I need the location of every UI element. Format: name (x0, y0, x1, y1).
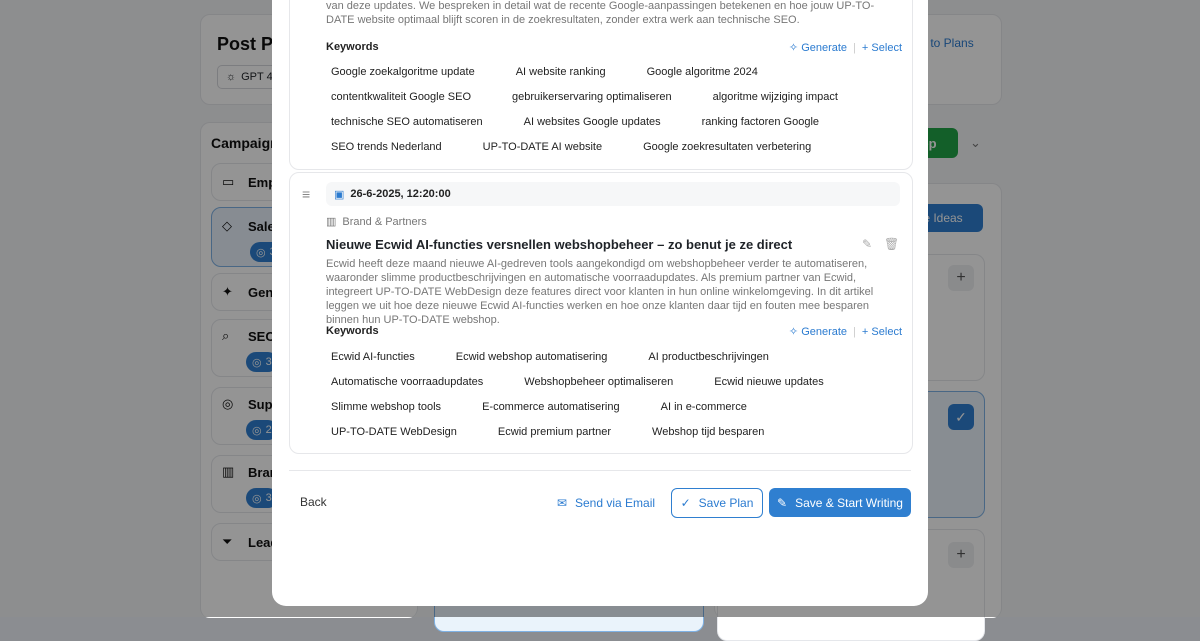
divider: | (853, 41, 856, 54)
post-plan-modal: van deze updates. We bespreken in detail… (272, 0, 928, 606)
calendar-icon: ▣ (334, 188, 345, 201)
keyword-chip[interactable]: Google algoritme 2024 (647, 60, 758, 85)
save-plan-button[interactable]: ✓ Save Plan (671, 488, 763, 518)
select-keywords-button[interactable]: + Select (862, 42, 902, 54)
keyword-chip[interactable]: Google zoekresultaten verbetering (643, 135, 811, 160)
keyword-chip[interactable]: Ecwid nieuwe updates (714, 370, 823, 395)
post-card: van deze updates. We bespreken in detail… (289, 0, 913, 170)
post-description: van deze updates. We bespreken in detail… (326, 0, 875, 26)
keyword-chip[interactable]: UP-TO-DATE WebDesign (331, 420, 457, 445)
edit-icon: ✎ (777, 495, 788, 510)
post-card: ≡ ▣ 26-6-2025, 12:20:00 ▥ Brand & Partne… (289, 172, 913, 454)
keyword-actions: ✧ Generate | + Select (789, 325, 902, 339)
back-button[interactable]: Back (300, 495, 327, 509)
divider: | (853, 325, 856, 338)
keyword-chip[interactable]: Ecwid AI-functies (331, 345, 415, 370)
keyword-chip[interactable]: gebruikerservaring optimaliseren (512, 85, 672, 110)
keyword-chip[interactable]: AI websites Google updates (524, 110, 661, 135)
keyword-chip[interactable]: algoritme wijziging impact (713, 85, 838, 110)
keyword-actions: ✧ Generate | + Select (789, 41, 902, 55)
keyword-list: Ecwid AI-functies Ecwid webshop automatis… (320, 345, 895, 445)
post-description: Ecwid heeft deze maand nieuwe AI-gedreve… (326, 258, 874, 326)
generate-keywords-button[interactable]: ✧ Generate (789, 41, 847, 54)
plus-icon: + (861, 41, 869, 54)
keyword-chip[interactable]: technische SEO automatiseren (331, 110, 483, 135)
keyword-chip[interactable]: Ecwid premium partner (498, 420, 611, 445)
drag-handle-icon[interactable]: ≡ (302, 186, 310, 202)
keyword-chip[interactable]: E-commerce automatisering (482, 395, 620, 420)
keyword-chip[interactable]: AI website ranking (516, 60, 606, 85)
plus-icon: + (861, 325, 869, 338)
keyword-chip[interactable]: SEO trends Nederland (331, 135, 442, 160)
send-via-email-button[interactable]: ✉ Send via Email (556, 489, 656, 517)
keyword-chip[interactable]: ranking factoren Google (702, 110, 819, 135)
keyword-chip[interactable]: Slimme webshop tools (331, 395, 441, 420)
keyword-chip[interactable]: AI productbeschrijvingen (648, 345, 768, 370)
keyword-chip[interactable]: Automatische voorraadupdates (331, 370, 483, 395)
post-title[interactable]: Nieuwe Ecwid AI-functies versnellen webs… (326, 237, 792, 252)
keyword-chip[interactable]: Webshop tijd besparen (652, 420, 764, 445)
footer-divider (289, 470, 911, 471)
datetime-field[interactable]: ▣ 26-6-2025, 12:20:00 (326, 182, 900, 206)
check-icon: ✓ (680, 496, 691, 510)
keyword-chip[interactable]: Webshopbeheer optimaliseren (524, 370, 673, 395)
mail-icon: ✉ (556, 496, 567, 510)
select-keywords-button[interactable]: + Select (862, 326, 902, 338)
building-icon: ▥ (326, 216, 337, 228)
save-and-start-writing-button[interactable]: ✎ Save & Start Writing (769, 488, 911, 517)
keywords-label: Keywords (326, 41, 379, 53)
generate-keywords-button[interactable]: ✧ Generate (789, 325, 847, 338)
keyword-chip[interactable]: Ecwid webshop automatisering (456, 345, 608, 370)
trash-icon[interactable]: 🗑 (884, 237, 899, 251)
keyword-list: Google zoekalgoritme update AI website ra… (320, 60, 895, 160)
keywords-label: Keywords (326, 325, 379, 337)
sparkle-icon: ✧ (788, 42, 799, 54)
edit-icon[interactable]: ✎ (862, 237, 872, 251)
keyword-chip[interactable]: contentkwaliteit Google SEO (331, 85, 471, 110)
sparkle-icon: ✧ (788, 326, 799, 338)
keyword-chip[interactable]: AI in e-commerce (661, 395, 747, 420)
keyword-chip[interactable]: UP-TO-DATE AI website (483, 135, 602, 160)
category-label: ▥ Brand & Partners (326, 215, 427, 229)
keyword-chip[interactable]: Google zoekalgoritme update (331, 60, 475, 85)
